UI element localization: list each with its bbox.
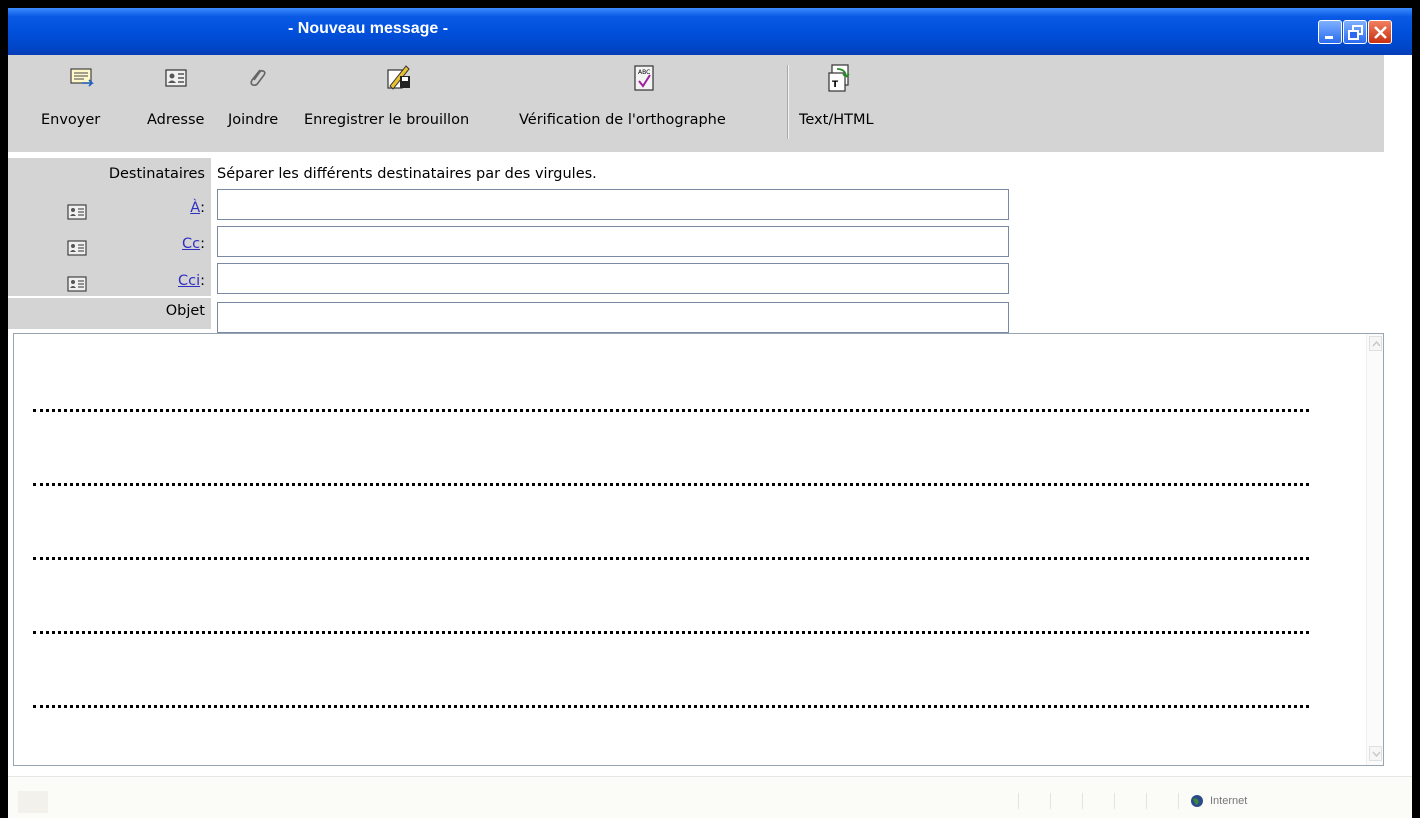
chevron-down-icon bbox=[1372, 751, 1381, 758]
status-divider bbox=[1146, 793, 1147, 809]
recipients-label-column: Destinataires À: Cc: Cci: bbox=[8, 158, 211, 296]
window-title: - Nouveau message - bbox=[288, 20, 449, 37]
status-divider bbox=[1018, 793, 1019, 809]
dotted-line bbox=[33, 631, 1309, 634]
minimize-button[interactable] bbox=[1318, 20, 1342, 44]
scroll-down-button[interactable] bbox=[1369, 746, 1382, 761]
vertical-scrollbar[interactable] bbox=[1366, 334, 1383, 765]
security-zone-label: Internet bbox=[1210, 795, 1248, 807]
close-button[interactable] bbox=[1368, 20, 1392, 44]
status-divider bbox=[1114, 793, 1115, 809]
recipients-hint: Séparer les différents destinataires par… bbox=[217, 166, 597, 182]
status-bar: Internet bbox=[8, 776, 1412, 818]
maximize-button[interactable] bbox=[1343, 20, 1367, 44]
text-html-label: Text/HTML bbox=[799, 112, 874, 128]
text-html-button[interactable]: T Text/HTML bbox=[796, 55, 906, 152]
dotted-line bbox=[33, 705, 1309, 708]
subject-label: Objet bbox=[165, 303, 205, 319]
send-icon bbox=[70, 68, 94, 87]
attach-label: Joindre bbox=[228, 112, 279, 128]
svg-text:T: T bbox=[832, 80, 839, 90]
cc-link[interactable]: Cc: bbox=[182, 236, 205, 252]
toolbar-separator bbox=[787, 65, 789, 139]
cc-address-book-icon[interactable] bbox=[67, 239, 87, 257]
to-field[interactable] bbox=[217, 189, 1009, 220]
message-header: Destinataires À: Cc: Cci: Séparer les di… bbox=[8, 152, 1384, 333]
toolbar: Envoyer Adresse Joindre Enregistrer le b… bbox=[8, 55, 1384, 152]
save-draft-icon bbox=[387, 65, 410, 90]
address-button[interactable]: Adresse bbox=[146, 55, 226, 152]
bcc-link[interactable]: Cci: bbox=[178, 273, 205, 289]
address-book-icon bbox=[165, 69, 187, 87]
dotted-line bbox=[33, 483, 1309, 486]
status-divider bbox=[1050, 793, 1051, 809]
spellcheck-icon: ABC bbox=[634, 65, 654, 91]
close-icon bbox=[1374, 26, 1387, 39]
dotted-line bbox=[33, 557, 1309, 560]
title-bar[interactable]: - Nouveau message - bbox=[8, 8, 1412, 55]
chevron-up-icon bbox=[1372, 340, 1381, 347]
globe-icon bbox=[1191, 795, 1203, 807]
status-divider bbox=[1178, 793, 1179, 809]
paperclip-icon bbox=[250, 69, 266, 87]
attach-button[interactable]: Joindre bbox=[228, 55, 300, 152]
dotted-line bbox=[33, 409, 1309, 412]
save-draft-button[interactable]: Enregistrer le brouillon bbox=[304, 55, 516, 152]
restore-icon bbox=[1348, 25, 1363, 40]
recipients-label: Destinataires bbox=[108, 166, 205, 182]
to-link[interactable]: À: bbox=[190, 200, 205, 216]
send-button[interactable]: Envoyer bbox=[38, 55, 118, 152]
send-label: Envoyer bbox=[41, 112, 101, 128]
status-corner bbox=[18, 791, 48, 813]
text-html-icon: T bbox=[828, 64, 850, 92]
svg-text:ABC: ABC bbox=[638, 69, 650, 76]
spellcheck-button[interactable]: ABC Vérification de l'orthographe bbox=[519, 55, 781, 152]
bcc-field[interactable] bbox=[217, 263, 1009, 294]
to-address-book-icon[interactable] bbox=[67, 203, 87, 221]
cc-field[interactable] bbox=[217, 226, 1009, 257]
address-label: Adresse bbox=[147, 112, 205, 128]
subject-label-column: Objet bbox=[8, 298, 211, 329]
scroll-up-button[interactable] bbox=[1369, 336, 1382, 351]
message-body[interactable] bbox=[13, 333, 1384, 766]
subject-field[interactable] bbox=[217, 302, 1009, 333]
bcc-address-book-icon[interactable] bbox=[67, 275, 87, 293]
spellcheck-label: Vérification de l'orthographe bbox=[519, 112, 726, 128]
compose-window: - Nouveau message - Envoyer Adresse Join… bbox=[8, 8, 1412, 818]
status-divider bbox=[1082, 793, 1083, 809]
minimize-icon bbox=[1325, 36, 1333, 39]
save-draft-label: Enregistrer le brouillon bbox=[304, 112, 470, 128]
